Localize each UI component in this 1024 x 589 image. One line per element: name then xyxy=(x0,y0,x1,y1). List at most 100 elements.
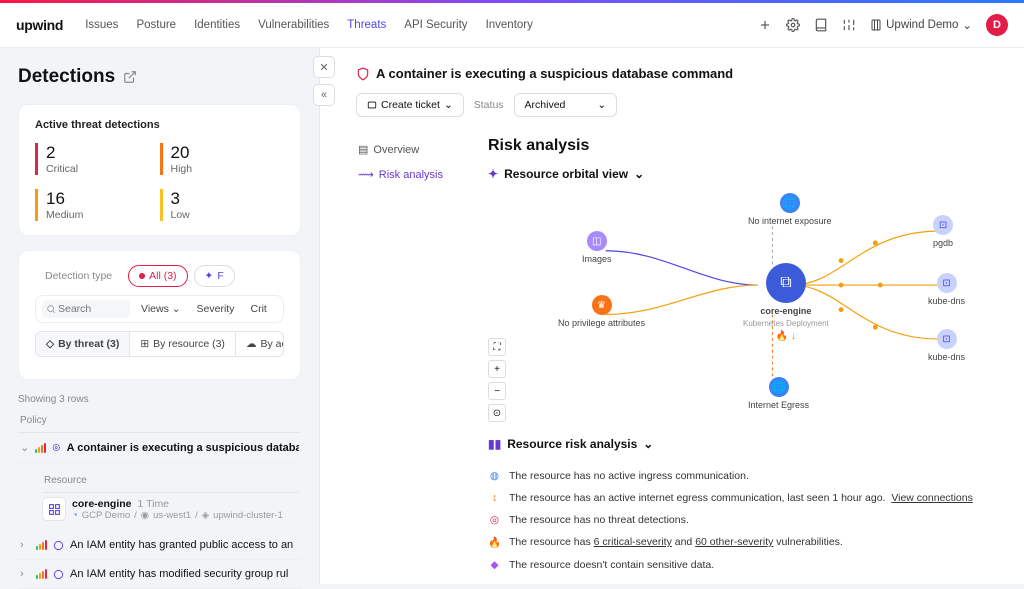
collapse-panel-button[interactable]: « xyxy=(313,84,335,106)
detections-pane: ✕ « Detections Active threat detections … xyxy=(0,48,320,584)
tab-overview[interactable]: ▤ Overview xyxy=(356,137,456,162)
filter-chip-all[interactable]: All (3) xyxy=(128,265,187,287)
fullscreen-button[interactable]: ⛶ xyxy=(488,338,506,356)
container-icon xyxy=(42,497,66,521)
status-dropdown[interactable]: Archived ⌄ xyxy=(514,93,618,117)
chevron-down-icon: ⌄ xyxy=(634,167,644,181)
nav-issues[interactable]: Issues xyxy=(85,15,118,35)
severity-bars-icon xyxy=(35,443,46,453)
deployment-icon: ⧉ xyxy=(766,263,806,303)
nav-right-controls: Upwind Demo ⌄ D xyxy=(758,14,1008,36)
main-layout: ✕ « Detections Active threat detections … xyxy=(0,48,1024,584)
image-icon: ◫ xyxy=(587,231,607,251)
metric-label: Critical xyxy=(46,163,160,175)
egress-icon: ↕ xyxy=(488,492,501,504)
resource-name: core-engine xyxy=(72,498,132,510)
filter-chip-other[interactable]: ✦ F xyxy=(194,265,235,287)
gear-icon[interactable] xyxy=(786,18,800,32)
shield-alert-icon xyxy=(356,67,370,81)
nav-threats[interactable]: Threats xyxy=(347,15,386,35)
policy-row-2[interactable]: › An IAM entity has modified security gr… xyxy=(18,560,301,589)
node-images[interactable]: ◫ Images xyxy=(582,231,612,264)
tab-by-resource[interactable]: ⊞ By resource (3) xyxy=(130,332,236,356)
search-input[interactable] xyxy=(42,300,130,318)
node-no-internet[interactable]: 🌐 No internet exposure xyxy=(748,193,832,226)
view-connections-link[interactable]: View connections xyxy=(891,492,973,504)
risk-item-egress: ↕ The resource has an active internet eg… xyxy=(488,487,998,509)
globe-icon: 🌐 xyxy=(769,377,789,397)
tab-by-action[interactable]: ☁ By ac xyxy=(236,332,284,356)
status-label: Status xyxy=(474,99,504,111)
node-kubedns1[interactable]: ⊡ kube-dns xyxy=(928,273,965,306)
node-no-privilege[interactable]: ♛ No privilege attributes xyxy=(558,295,645,328)
database-icon: ⊡ xyxy=(933,215,953,235)
page-title-text: Detections xyxy=(18,66,115,88)
orbital-view-header[interactable]: ✦ Resource orbital view ⌄ xyxy=(488,167,998,181)
node-core-engine[interactable]: ⧉ core-engine Kubernetes Deployment 🔥 ↓ xyxy=(743,263,829,342)
risk-item-ingress: ◍ The resource has no active ingress com… xyxy=(488,465,998,487)
policy-text: An IAM entity has modified security grou… xyxy=(70,568,288,580)
tab-by-threat[interactable]: ◇ By threat (3) xyxy=(36,332,130,356)
recenter-button[interactable]: ⊙ xyxy=(488,404,506,422)
filter-label: Detection type xyxy=(35,266,122,286)
user-avatar[interactable]: D xyxy=(986,14,1008,36)
page-title: Detections xyxy=(18,66,301,88)
book-icon[interactable] xyxy=(814,18,828,32)
metric-medium[interactable]: 16 Medium xyxy=(35,189,160,221)
zoom-out-button[interactable]: − xyxy=(488,382,506,400)
create-ticket-button[interactable]: Create ticket ⌄ xyxy=(356,93,464,117)
metric-count: 16 xyxy=(46,189,160,209)
views-dropdown[interactable]: Views ⌄ xyxy=(136,300,186,318)
nav-identities[interactable]: Identities xyxy=(194,15,240,35)
critical-vulns-link[interactable]: 6 critical-severity xyxy=(594,536,672,548)
metric-high[interactable]: 20 High xyxy=(160,143,285,175)
sliders-icon[interactable] xyxy=(842,18,856,32)
severity-filter[interactable]: Severity xyxy=(192,300,240,318)
gear-icon xyxy=(52,442,60,453)
brand-logo[interactable]: upwind xyxy=(16,17,63,33)
close-panel-button[interactable]: ✕ xyxy=(313,56,335,78)
policy-row-0[interactable]: ⌄ A container is executing a suspicious … xyxy=(18,433,301,463)
metric-label: Medium xyxy=(46,209,160,221)
plus-icon[interactable] xyxy=(758,18,772,32)
other-vulns-link[interactable]: 60 other-severity xyxy=(695,536,773,548)
cluster-icon: ◈ xyxy=(202,510,209,521)
nav-inventory[interactable]: Inventory xyxy=(486,15,533,35)
risk-analysis-section: Risk analysis ✦ Resource orbital view ⌄ xyxy=(488,137,998,576)
nav-items: Issues Posture Identities Vulnerabilitie… xyxy=(85,15,758,35)
fire-icon: 🔥 ↓ xyxy=(776,331,796,342)
node-pgdb[interactable]: ⊡ pgdb xyxy=(933,215,953,248)
risk-list: ◍ The resource has no active ingress com… xyxy=(488,465,998,576)
ticket-icon xyxy=(367,100,377,110)
org-switcher[interactable]: Upwind Demo ⌄ xyxy=(870,18,972,32)
chevron-down-icon: ⌄ xyxy=(962,18,972,32)
rows-count: Showing 3 rows xyxy=(18,394,301,405)
filters-card: Detection type All (3) ✦ F Views ⌄ Sever… xyxy=(18,250,301,380)
policy-text: A container is executing a suspicious da… xyxy=(67,442,299,454)
globe-icon: 🌐 xyxy=(780,193,800,213)
external-link-icon[interactable] xyxy=(123,70,137,84)
risk-item-data: ◆ The resource doesn't contain sensitive… xyxy=(488,554,998,576)
chevron-down-icon: ⌄ xyxy=(20,441,29,454)
metric-critical[interactable]: 2 Critical xyxy=(35,143,160,175)
zoom-in-button[interactable]: + xyxy=(488,360,506,378)
data-icon: ◆ xyxy=(488,559,501,571)
node-internet-egress[interactable]: 🌐 Internet Egress xyxy=(748,377,809,410)
nav-posture[interactable]: Posture xyxy=(136,15,176,35)
nav-vulnerabilities[interactable]: Vulnerabilities xyxy=(258,15,329,35)
policy-row-1[interactable]: › An IAM entity has granted public acces… xyxy=(18,531,301,560)
node-kubedns2[interactable]: ⊡ kube-dns xyxy=(928,329,965,362)
identity-icon xyxy=(53,540,64,551)
orbital-icon: ✦ xyxy=(488,167,498,181)
criticality-filter[interactable]: Crit xyxy=(245,300,271,318)
resource-risk-header[interactable]: ▮▮ Resource risk analysis ⌄ xyxy=(488,437,998,451)
metric-label: High xyxy=(171,163,285,175)
orbital-graph[interactable]: ◫ Images ♛ No privilege attributes 🌐 No … xyxy=(488,187,998,417)
resource-item[interactable]: core-engine 1 Time ◔GCP Demo / ◉us-west1… xyxy=(42,493,299,525)
metric-count: 20 xyxy=(171,143,285,163)
severity-bars-icon xyxy=(36,569,47,579)
ingress-icon: ◍ xyxy=(488,470,501,482)
metric-low[interactable]: 3 Low xyxy=(160,189,285,221)
nav-apisecurity[interactable]: API Security xyxy=(404,15,467,35)
tab-risk-analysis[interactable]: ⟿ Risk analysis xyxy=(356,162,456,187)
